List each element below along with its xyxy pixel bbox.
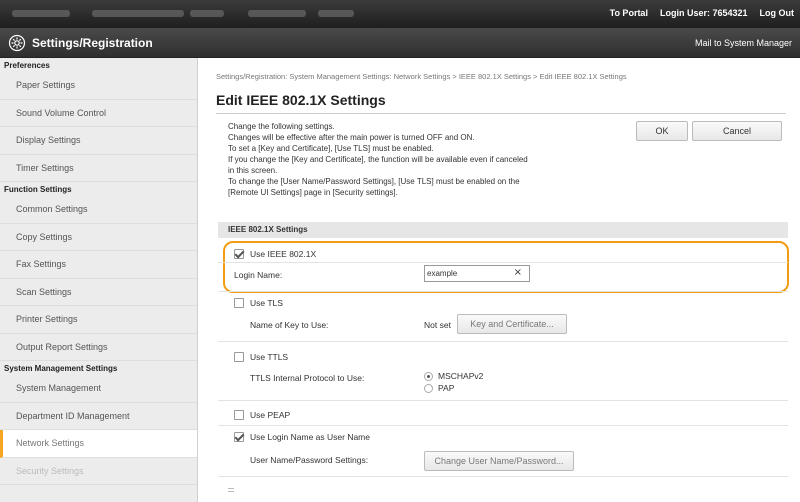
login-name-field[interactable]: ×: [424, 265, 530, 282]
change-user-password-button[interactable]: Change User Name/Password...: [424, 451, 574, 471]
header-bar: Settings/Registration Mail to System Man…: [0, 28, 800, 58]
pap-radio[interactable]: [424, 384, 433, 393]
key-name-value: Not set: [424, 320, 451, 330]
breadcrumb: Settings/Registration: System Management…: [216, 72, 627, 81]
section-heading: IEEE 802.1X Settings: [218, 222, 788, 238]
login-user: Login User: 7654321: [659, 8, 748, 18]
login-name-input[interactable]: [427, 267, 507, 280]
settings-gear-icon: [8, 34, 26, 52]
description-line: [Remote UI Settings] page in [Security s…: [228, 188, 398, 197]
key-name-label: Name of Key to Use:: [250, 320, 329, 330]
mschapv2-label: MSCHAPv2: [438, 371, 484, 381]
sidebar-item-paper-settings[interactable]: Paper Settings: [0, 72, 197, 100]
use-tls-checkbox[interactable]: [234, 298, 244, 308]
blurred-text: [12, 10, 70, 17]
sidebar-item-output-report[interactable]: Output Report Settings: [0, 334, 197, 361]
use-ttls-checkbox[interactable]: [234, 352, 244, 362]
use-login-as-user-label: Use Login Name as User Name: [250, 432, 370, 442]
sidebar-item-scan-settings[interactable]: Scan Settings: [0, 279, 197, 306]
ttls-protocol-label: TTLS Internal Protocol to Use:: [250, 373, 365, 383]
description-text: Change the following settings. Changes w…: [228, 121, 628, 198]
description-line: To set a [Key and Certificate], [Use TLS…: [228, 144, 434, 153]
blurred-text: [318, 10, 354, 17]
sidebar-item-security-settings[interactable]: Security Settings: [0, 458, 197, 485]
divider: [218, 262, 788, 263]
use-peap-checkbox[interactable]: [234, 410, 244, 420]
sidebar-section-heading: Function Settings: [4, 185, 72, 194]
use-tls-label: Use TLS: [250, 298, 283, 308]
divider: [218, 341, 788, 342]
sidebar-item-sound-volume[interactable]: Sound Volume Control: [0, 100, 197, 127]
blurred-text: [92, 10, 184, 17]
sidebar-item-network-settings[interactable]: Network Settings: [0, 430, 197, 458]
app-title: Settings/Registration: [32, 36, 153, 50]
main-content: Settings/Registration: System Management…: [198, 58, 800, 502]
sidebar-item-common-settings[interactable]: Common Settings: [0, 196, 197, 224]
top-bar: To Portal Login User: 7654321 Log Out: [0, 0, 800, 28]
ok-button[interactable]: OK: [636, 121, 688, 141]
sidebar: Preferences Paper Settings Sound Volume …: [0, 58, 198, 502]
description-line: To change the [User Name/Password Settin…: [228, 177, 520, 186]
use-ttls-label: Use TTLS: [250, 352, 289, 362]
use-ieee-checkbox[interactable]: [234, 249, 244, 259]
description-line: If you change the [Key and Certificate],…: [228, 155, 528, 164]
clear-icon[interactable]: ×: [514, 267, 522, 278]
use-login-as-user-checkbox[interactable]: [234, 432, 244, 442]
divider: [218, 425, 788, 426]
sidebar-item-copy-settings[interactable]: Copy Settings: [0, 224, 197, 251]
key-and-certificate-button[interactable]: Key and Certificate...: [457, 314, 567, 334]
portal-link[interactable]: To Portal: [610, 8, 648, 18]
sidebar-item-printer-settings[interactable]: Printer Settings: [0, 306, 197, 334]
mail-to-manager-link[interactable]: Mail to System Manager: [695, 38, 792, 48]
description-line: Change the following settings.: [228, 122, 335, 131]
divider: [218, 476, 788, 477]
divider: [218, 291, 788, 292]
login-name-label: Login Name:: [234, 270, 283, 280]
sidebar-section-heading: Preferences: [4, 61, 50, 70]
blurred-text: [248, 10, 306, 17]
sidebar-item-display-settings[interactable]: Display Settings: [0, 127, 197, 155]
cancel-button[interactable]: Cancel: [692, 121, 782, 141]
description-line: in this screen.: [228, 166, 278, 175]
page-title: Edit IEEE 802.1X Settings: [216, 92, 386, 108]
sidebar-section-heading: System Management Settings: [4, 364, 118, 373]
sidebar-item-system-management[interactable]: System Management: [0, 375, 197, 403]
sidebar-item-department-id[interactable]: Department ID Management: [0, 403, 197, 430]
divider: [216, 113, 786, 114]
sidebar-item-timer-settings[interactable]: Timer Settings: [0, 155, 197, 182]
mschapv2-radio[interactable]: [424, 372, 433, 381]
blurred-text: [190, 10, 224, 17]
divider: [218, 400, 788, 401]
description-line: Changes will be effective after the main…: [228, 133, 475, 142]
pap-label: PAP: [438, 383, 455, 393]
scroll-marker-icon: [228, 488, 234, 492]
user-pass-settings-label: User Name/Password Settings:: [250, 455, 369, 465]
use-ieee-label: Use IEEE 802.1X: [250, 249, 317, 259]
sidebar-item-fax-settings[interactable]: Fax Settings: [0, 251, 197, 279]
logout-link[interactable]: Log Out: [760, 8, 795, 18]
use-peap-label: Use PEAP: [250, 410, 291, 420]
